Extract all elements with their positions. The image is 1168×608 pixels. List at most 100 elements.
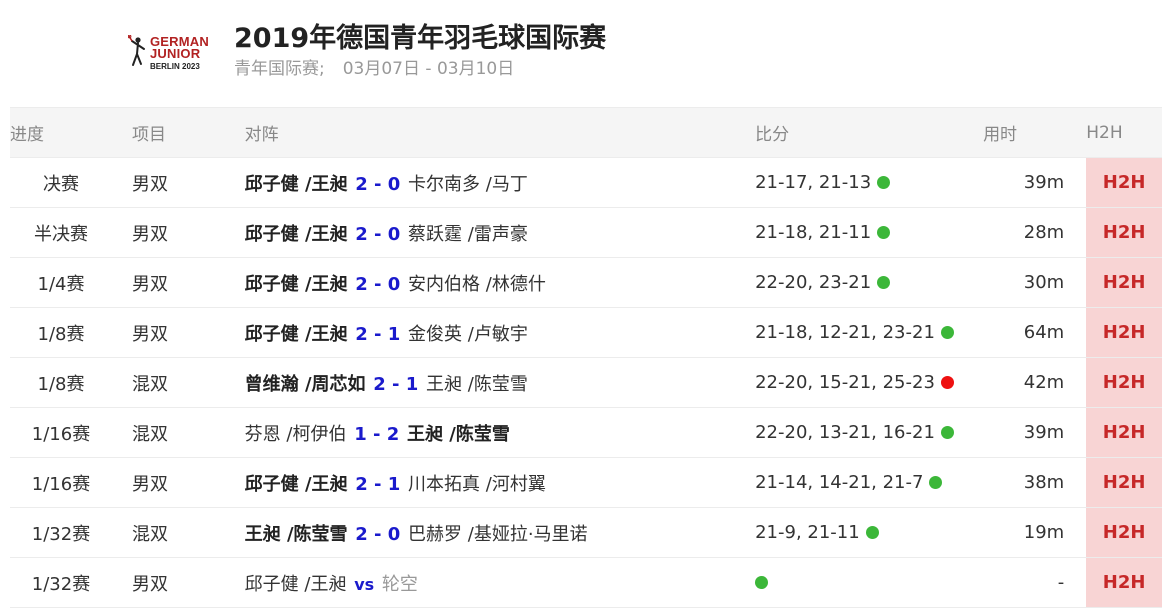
team2-link[interactable]: 安内伯格 /林德什 bbox=[408, 274, 546, 295]
score-cell: 21-18, 21-11 bbox=[755, 207, 984, 258]
duration-cell: 28m bbox=[983, 207, 1087, 258]
match-result: 2 - 0 bbox=[355, 223, 401, 245]
h2h-button[interactable]: H2H bbox=[1086, 307, 1162, 358]
h2h-button[interactable]: H2H bbox=[1086, 357, 1162, 408]
h2h-button[interactable]: H2H bbox=[1086, 457, 1162, 508]
tournament-category: 青年国际赛; bbox=[234, 59, 325, 79]
tournament-header: GERMAN JUNIOR BERLIN 2023 2019年德国青年羽毛球国际… bbox=[0, 0, 1168, 106]
table-row[interactable]: 1/16赛 男双 邱子健 /王昶 2 - 1 川本拓真 /河村翼 21-14, 14-… bbox=[10, 457, 1162, 508]
duration-cell: 30m bbox=[983, 257, 1087, 308]
tournament-dates: 03月07日 - 03月10日 bbox=[342, 59, 515, 79]
team1-link[interactable]: 邱子健 /王昶 bbox=[245, 174, 348, 195]
team1-link[interactable]: 邱子健 /王昶 bbox=[245, 574, 347, 595]
event-cell: 男双 bbox=[111, 207, 245, 258]
table-row[interactable]: 1/8赛 男双 邱子健 /王昶 2 - 1 金俊英 /卢敏宇 21-18, 12-21… bbox=[10, 307, 1162, 358]
score-cell bbox=[755, 557, 984, 608]
event-cell: 混双 bbox=[111, 357, 245, 408]
team2-link[interactable]: 王昶 /陈莹雪 bbox=[426, 374, 528, 395]
score-cell: 21-9, 21-11 bbox=[755, 507, 984, 558]
team2-link[interactable]: 蔡跃霆 /雷声豪 bbox=[408, 224, 528, 245]
round-cell: 1/16赛 bbox=[10, 457, 112, 508]
match-cell: 芬恩 /柯伊伯 1 - 2 王昶 /陈莹雪 bbox=[244, 407, 756, 458]
column-header-h2h: H2H bbox=[1086, 107, 1162, 158]
team2-link[interactable]: 卡尔南多 /马丁 bbox=[408, 174, 528, 195]
status-dot-icon bbox=[877, 175, 891, 189]
team2-link[interactable]: 巴赫罗 /基娅拉·马里诺 bbox=[408, 524, 588, 545]
match-cell: 邱子健 /王昶 2 - 1 金俊英 /卢敏宇 bbox=[244, 307, 756, 358]
duration-cell: 38m bbox=[983, 457, 1087, 508]
round-cell: 半决赛 bbox=[10, 207, 112, 258]
round-cell: 1/32赛 bbox=[10, 507, 112, 558]
table-row[interactable]: 1/4赛 男双 邱子健 /王昶 2 - 0 安内伯格 /林德什 22-20, 23-2… bbox=[10, 257, 1162, 308]
event-cell: 男双 bbox=[111, 157, 245, 208]
match-result: 2 - 0 bbox=[355, 273, 401, 295]
team1-link[interactable]: 邱子健 /王昶 bbox=[245, 324, 348, 345]
team1-link[interactable]: 曾维瀚 /周芯如 bbox=[245, 374, 366, 395]
match-cell: 王昶 /陈莹雪 2 - 0 巴赫罗 /基娅拉·马里诺 bbox=[244, 507, 756, 558]
table-row[interactable]: 1/16赛 混双 芬恩 /柯伊伯 1 - 2 王昶 /陈莹雪 22-20, 13-21… bbox=[10, 407, 1162, 458]
match-cell: 邱子健 /王昶 2 - 0 卡尔南多 /马丁 bbox=[244, 157, 756, 208]
game-scores: 21-9, 21-11 bbox=[755, 522, 860, 543]
team2-link[interactable]: 王昶 /陈莹雪 bbox=[407, 424, 510, 445]
score-cell: 21-18, 12-21, 23-21 bbox=[755, 307, 984, 358]
team2-link[interactable]: 川本拓真 /河村翼 bbox=[408, 474, 546, 495]
status-dot-icon bbox=[877, 275, 891, 289]
status-dot-icon bbox=[877, 225, 891, 239]
status-dot-icon bbox=[940, 375, 954, 389]
round-cell: 决赛 bbox=[10, 157, 112, 208]
event-cell: 混双 bbox=[111, 407, 245, 458]
round-cell: 1/4赛 bbox=[10, 257, 112, 308]
score-cell: 21-17, 21-13 bbox=[755, 157, 984, 208]
table-row[interactable]: 1/32赛 男双 邱子健 /王昶 vs 轮空 - H2H bbox=[10, 557, 1162, 608]
table-row[interactable]: 1/32赛 混双 王昶 /陈莹雪 2 - 0 巴赫罗 /基娅拉·马里诺 21-9, 2… bbox=[10, 507, 1162, 558]
match-result: 1 - 2 bbox=[354, 423, 400, 445]
tournament-meta: 青年国际赛; 03月07日 - 03月10日 bbox=[234, 58, 514, 80]
game-scores: 21-17, 21-13 bbox=[755, 172, 872, 193]
round-cell: 1/8赛 bbox=[10, 307, 112, 358]
status-dot-icon bbox=[865, 525, 879, 539]
badminton-player-icon bbox=[128, 35, 145, 66]
match-result: vs bbox=[354, 574, 375, 594]
team1-link[interactable]: 邱子健 /王昶 bbox=[245, 224, 348, 245]
status-dot-icon bbox=[929, 475, 943, 489]
duration-cell: 64m bbox=[983, 307, 1087, 358]
tournament-logo: GERMAN JUNIOR BERLIN 2023 bbox=[128, 33, 216, 75]
game-scores: 21-14, 14-21, 21-7 bbox=[755, 472, 924, 493]
status-dot-icon bbox=[940, 325, 954, 339]
duration-cell: 19m bbox=[983, 507, 1087, 558]
h2h-button[interactable]: H2H bbox=[1086, 557, 1162, 608]
logo-line-berlin: BERLIN 2023 bbox=[150, 62, 200, 71]
status-dot-icon bbox=[940, 425, 954, 439]
event-cell: 混双 bbox=[111, 507, 245, 558]
h2h-button[interactable]: H2H bbox=[1086, 207, 1162, 258]
duration-cell: - bbox=[983, 557, 1087, 608]
match-result: 2 - 1 bbox=[373, 373, 419, 395]
team1-link[interactable]: 王昶 /陈莹雪 bbox=[245, 524, 348, 545]
team1-link[interactable]: 邱子健 /王昶 bbox=[245, 474, 348, 495]
h2h-button[interactable]: H2H bbox=[1086, 507, 1162, 558]
status-dot-icon bbox=[755, 575, 769, 589]
team2-link[interactable]: 金俊英 /卢敏宇 bbox=[408, 324, 528, 345]
round-cell: 1/16赛 bbox=[10, 407, 112, 458]
table-row[interactable]: 半决赛 男双 邱子健 /王昶 2 - 0 蔡跃霆 /雷声豪 21-18, 21-11 2… bbox=[10, 207, 1162, 258]
game-scores: 22-20, 23-21 bbox=[755, 272, 872, 293]
round-cell: 1/32赛 bbox=[10, 557, 112, 608]
table-row[interactable]: 1/8赛 混双 曾维瀚 /周芯如 2 - 1 王昶 /陈莹雪 22-20, 15-21… bbox=[10, 357, 1162, 408]
h2h-button[interactable]: H2H bbox=[1086, 407, 1162, 458]
match-cell: 邱子健 /王昶 2 - 0 蔡跃霆 /雷声豪 bbox=[244, 207, 756, 258]
team1-link[interactable]: 芬恩 /柯伊伯 bbox=[245, 424, 347, 445]
h2h-button[interactable]: H2H bbox=[1086, 157, 1162, 208]
duration-cell: 39m bbox=[983, 407, 1087, 458]
game-scores: 21-18, 12-21, 23-21 bbox=[755, 322, 935, 343]
team2-link[interactable]: 轮空 bbox=[382, 574, 418, 595]
table-header-row: 进度 项目 对阵 比分 用时 H2H bbox=[10, 107, 1162, 158]
match-cell: 邱子健 /王昶 2 - 0 安内伯格 /林德什 bbox=[244, 257, 756, 308]
team1-link[interactable]: 邱子健 /王昶 bbox=[245, 274, 348, 295]
results-table: 进度 项目 对阵 比分 用时 H2H 决赛 男双 邱子健 /王昶 2 - 0 卡尔南… bbox=[10, 107, 1162, 608]
table-row[interactable]: 决赛 男双 邱子健 /王昶 2 - 0 卡尔南多 /马丁 21-17, 21-13 39… bbox=[10, 157, 1162, 208]
logo-line-junior: JUNIOR bbox=[150, 46, 201, 61]
column-header-round: 进度 bbox=[10, 107, 112, 158]
event-cell: 男双 bbox=[111, 557, 245, 608]
h2h-button[interactable]: H2H bbox=[1086, 257, 1162, 308]
column-header-match: 对阵 bbox=[244, 107, 756, 158]
